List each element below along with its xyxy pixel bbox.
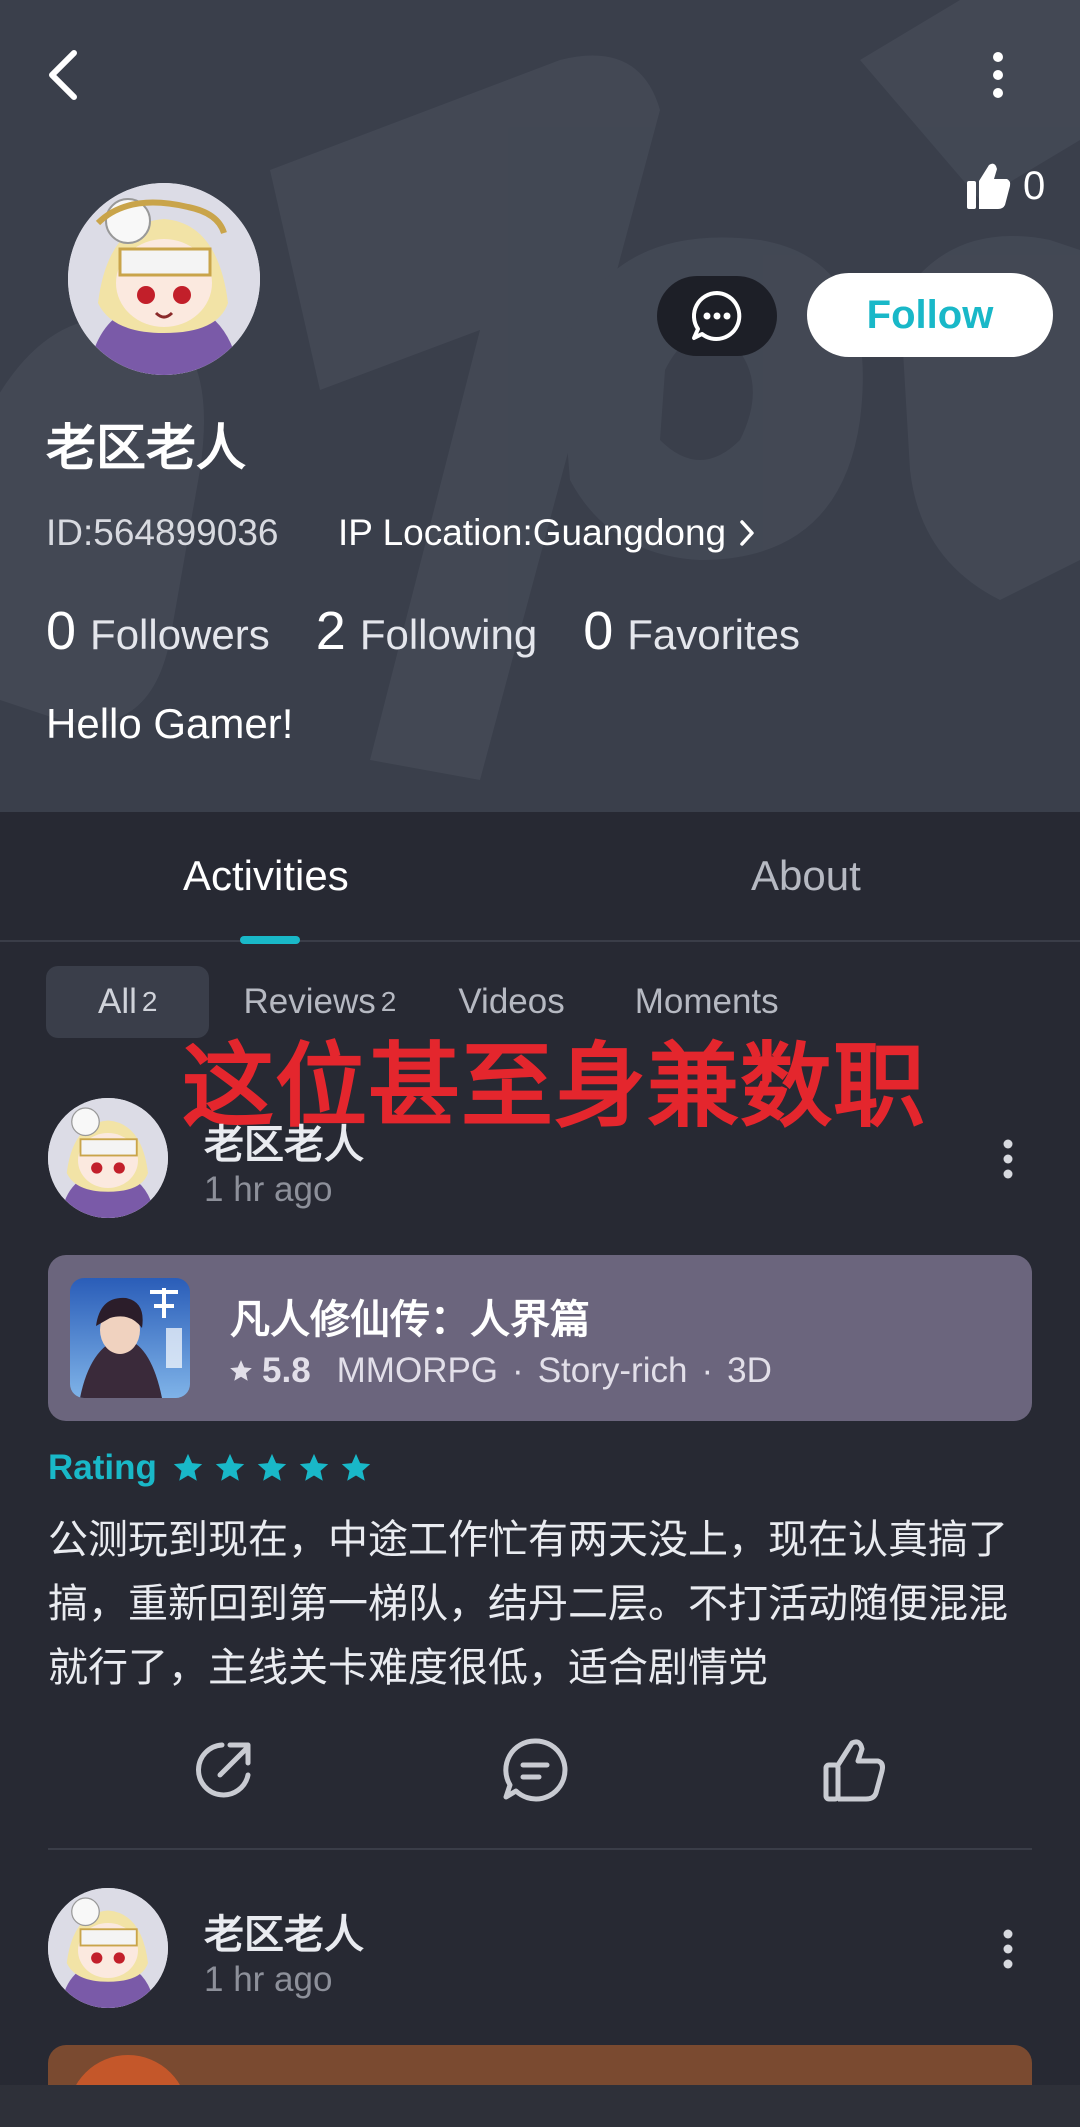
- profile-tabs: Activities About: [0, 812, 1080, 942]
- rating-row: Rating: [48, 1448, 381, 1488]
- avatar-image: [48, 1888, 168, 2008]
- comment-icon: [503, 1738, 568, 1802]
- star-icon: [341, 1453, 371, 1481]
- comment-button[interactable]: [500, 1735, 570, 1805]
- profile-username: 老区老人: [46, 419, 246, 477]
- post-divider: [48, 1848, 1032, 1850]
- profile-stats: 0 Followers 2 Following 0 Favorites: [46, 600, 846, 662]
- profile-bio: Hello Gamer!: [46, 700, 294, 747]
- game-tag: MMORPG: [336, 1351, 499, 1390]
- tab-about[interactable]: About: [751, 852, 861, 900]
- like-icon: [823, 1739, 885, 1802]
- active-tab-indicator: [240, 936, 300, 944]
- bottom-navigation-bar: [0, 2085, 1080, 2127]
- star-icon: [299, 1453, 329, 1481]
- tag-separator: ·: [701, 1351, 714, 1390]
- following-count: 2: [315, 601, 346, 661]
- favorites-label: Favorites: [627, 611, 800, 658]
- post-author-avatar[interactable]: [48, 1098, 168, 1218]
- avatar-image: [68, 183, 260, 375]
- message-icon: [692, 290, 742, 341]
- share-icon: [196, 1742, 251, 1798]
- game-card[interactable]: 凡人修仙传：人界篇 5.8 MMORPG · Story-rich · 3D: [48, 1255, 1032, 1421]
- avatar-image: [48, 1098, 168, 1218]
- favorites-stat[interactable]: 0 Favorites: [583, 600, 800, 662]
- following-stat[interactable]: 2 Following: [316, 600, 537, 662]
- back-button[interactable]: [40, 45, 90, 105]
- game-tag: Story-rich: [537, 1351, 688, 1390]
- more-options-button[interactable]: [980, 45, 1016, 105]
- game-cover-image: [70, 1278, 190, 1398]
- post-more-button[interactable]: [993, 1924, 1023, 1974]
- more-vertical-icon: [1003, 1139, 1013, 1179]
- followers-label: Followers: [90, 611, 270, 658]
- star-icon: [257, 1453, 287, 1481]
- followers-count: 0: [46, 601, 77, 661]
- follow-button[interactable]: Follow: [807, 273, 1053, 357]
- chevron-right-icon: [740, 520, 754, 546]
- following-label: Following: [359, 611, 538, 658]
- profile-header: 0 Follow 老区老人 ID:564899036 IP Location:G…: [0, 0, 1080, 812]
- ip-location-text: IP Location:Guangdong: [338, 512, 727, 553]
- star-icon: [215, 1453, 245, 1481]
- ip-location-link[interactable]: IP Location:Guangdong: [338, 512, 756, 554]
- profile-user-id: ID:564899036: [46, 512, 279, 553]
- back-arrow-icon: [49, 50, 77, 100]
- star-icon: [230, 1360, 252, 1381]
- post-author-name[interactable]: 老区老人: [204, 1112, 364, 1170]
- post-author-avatar[interactable]: [48, 1888, 168, 2008]
- review-text[interactable]: 公测玩到现在，中途工作忙有两天没上，现在认真搞了搞，重新回到第一梯队，结丹二层。…: [48, 1508, 1038, 1700]
- followers-stat[interactable]: 0 Followers: [46, 600, 270, 662]
- tag-separator: ·: [512, 1351, 524, 1390]
- message-button[interactable]: [657, 276, 777, 356]
- post-time: 1 hr ago: [204, 1170, 333, 1209]
- filter-all-label: All: [98, 982, 137, 1021]
- tab-activities[interactable]: Activities: [183, 852, 349, 900]
- like-button[interactable]: [820, 1735, 890, 1805]
- watermark-logo: [0, 0, 1080, 781]
- more-vertical-icon: [993, 52, 1003, 98]
- game-meta: 5.8 MMORPG · Story-rich · 3D: [228, 1351, 772, 1391]
- rating-label: Rating: [48, 1448, 157, 1487]
- profile-avatar[interactable]: [68, 183, 260, 375]
- post-time: 1 hr ago: [204, 1960, 333, 1999]
- profile-likes[interactable]: 0: [965, 158, 1045, 214]
- star-icon: [173, 1453, 203, 1481]
- filter-all-count: 2: [141, 986, 158, 1017]
- thumbs-up-icon: [967, 163, 1011, 209]
- game-tag: 3D: [727, 1351, 772, 1390]
- post-author-name[interactable]: 老区老人: [204, 1902, 364, 1960]
- game-title: 凡人修仙传：人界篇: [230, 1297, 590, 1343]
- more-vertical-icon: [1003, 1929, 1013, 1969]
- post-more-button[interactable]: [993, 1134, 1023, 1184]
- game-score: 5.8: [262, 1351, 311, 1390]
- game-icon: [70, 1278, 190, 1398]
- share-button[interactable]: [190, 1735, 260, 1805]
- like-count: 0: [1023, 163, 1046, 208]
- favorites-count: 0: [583, 601, 614, 661]
